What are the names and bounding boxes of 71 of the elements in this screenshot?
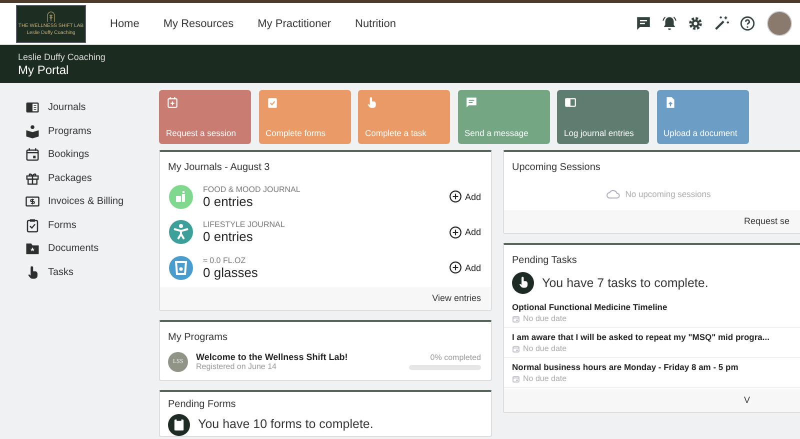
calendar-icon — [512, 374, 520, 382]
avatar[interactable] — [767, 11, 792, 36]
card-title: Pending Tasks — [511, 254, 578, 268]
hand-pointer-icon — [512, 272, 534, 294]
card-title: My Programs — [167, 330, 228, 344]
sidebar-item[interactable]: Forms — [25, 214, 159, 237]
card-title: Upcoming Sessions — [511, 161, 602, 175]
calendar-icon — [25, 147, 40, 162]
card-title: Pending Forms — [167, 398, 237, 412]
clipboard-check-icon — [25, 218, 40, 233]
add-button[interactable]: Add — [448, 261, 481, 274]
settings-icon[interactable] — [687, 15, 704, 32]
task-title[interactable]: I am aware that I will be asked to repeat my "MSQ" mid progra... — [512, 332, 800, 342]
due-date: No due date — [523, 374, 567, 383]
plus-circle-icon — [448, 261, 462, 274]
quick-action-tile[interactable]: Log journal entries — [557, 90, 649, 144]
gift-icon — [25, 170, 40, 186]
page-title: My Portal — [18, 62, 70, 76]
notification-bell-icon[interactable] — [661, 15, 678, 32]
sidebar-item[interactable]: Programs — [25, 120, 159, 143]
folder-icon — [25, 241, 40, 256]
clipboard-check-icon — [266, 96, 278, 109]
card-title: My Journals - August 3 — [167, 161, 271, 175]
book-reader-icon — [25, 124, 40, 139]
plus-circle-icon — [448, 226, 462, 239]
calendar-plus-icon — [166, 96, 179, 109]
hand-pointer-icon — [365, 96, 378, 109]
sidebar-item[interactable]: Packages — [25, 166, 159, 190]
entry-count: 0 entries — [203, 229, 254, 244]
view-all-link[interactable]: V — [744, 395, 750, 405]
entry-count: 0 entries — [203, 194, 254, 209]
sidebar-item[interactable]: Invoices & Billing — [25, 190, 159, 214]
invoice-icon — [25, 194, 40, 210]
view-entries-link[interactable]: View entries — [432, 292, 481, 302]
wheat-icon — [47, 11, 55, 22]
calendar-icon — [512, 344, 520, 352]
sidebar-item[interactable]: Bookings — [25, 143, 159, 166]
message-icon — [464, 96, 478, 109]
chat-icon[interactable] — [635, 15, 652, 32]
organization-name: Leslie Duffy Coaching — [18, 52, 106, 62]
magic-wand-icon[interactable] — [713, 15, 730, 32]
request-session-link[interactable]: Request se — [744, 216, 790, 226]
sidebar-item[interactable]: Tasks — [25, 260, 159, 284]
empty-message: No upcoming sessions — [625, 189, 711, 199]
file-upload-icon — [664, 96, 676, 109]
task-title[interactable]: Optional Functional Medicine Timeline — [512, 302, 800, 312]
task-title[interactable]: Normal business hours are Monday - Friday 8 am - 5 pm — [512, 362, 800, 372]
add-button[interactable]: Add — [448, 190, 481, 204]
due-date: No due date — [523, 314, 567, 323]
journal-icon — [25, 100, 40, 116]
add-button[interactable]: Add — [448, 226, 481, 239]
journal-category: FOOD & MOOD JOURNAL — [203, 184, 302, 194]
tasks-summary: You have 7 tasks to complete. — [542, 276, 708, 290]
journal-category: ≈ 0.0 FL.OZ — [203, 256, 247, 265]
progress-text: 0% completed — [430, 353, 481, 362]
help-icon[interactable] — [739, 15, 756, 32]
journal-icon — [564, 96, 577, 109]
forms-summary: You have 10 forms to complete. — [198, 417, 374, 432]
plus-circle-icon — [448, 190, 462, 204]
program-name[interactable]: Welcome to the Wellness Shift Lab! — [196, 352, 401, 362]
due-date: No due date — [523, 344, 567, 353]
sidebar-item[interactable]: Documents — [25, 237, 159, 260]
journal-category: LIFESTYLE JOURNAL — [203, 220, 286, 230]
nav-link[interactable]: My Resources — [163, 18, 234, 30]
entry-count: 0 glasses — [203, 264, 259, 280]
nav-link[interactable]: Nutrition — [355, 18, 396, 30]
registration-date: Registered on June 14 — [196, 362, 278, 371]
sidebar-item[interactable]: Journals — [25, 96, 159, 120]
calendar-icon — [512, 314, 520, 322]
nav-link[interactable]: My Practitioner — [258, 18, 331, 30]
nav-link[interactable]: Home — [110, 18, 140, 30]
